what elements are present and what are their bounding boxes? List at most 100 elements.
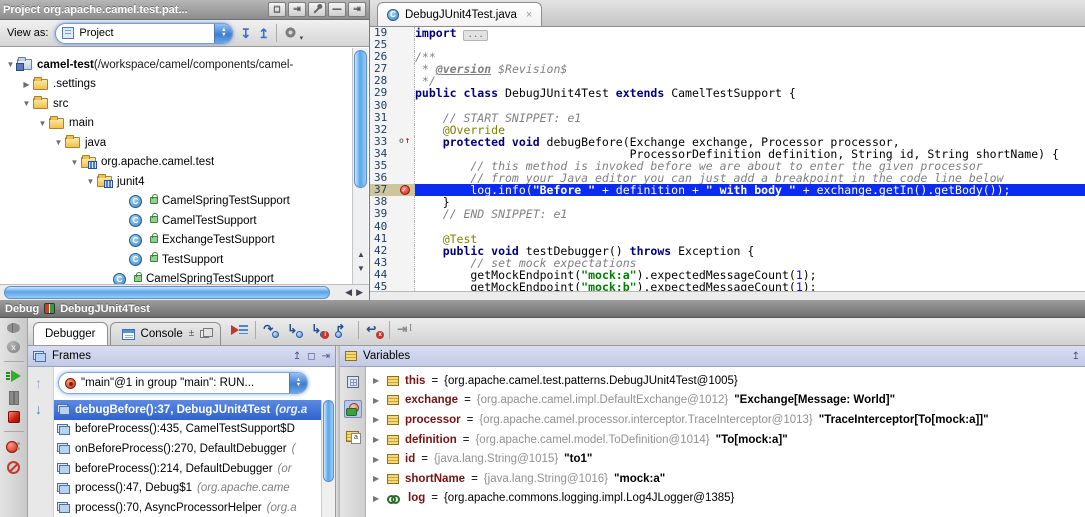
disclosure-expanded-icon[interactable]: ▼ — [36, 119, 49, 128]
tree-item[interactable]: ▼src — [0, 94, 352, 114]
code-line[interactable]: 19import ... — [370, 27, 1085, 39]
scroll-up-icon[interactable]: ▲ — [353, 250, 369, 260]
variable-row[interactable]: ▶log = {org.apache.commons.logging.impl.… — [366, 489, 1085, 509]
stack-frame-row[interactable]: onBeforeProcess():270, DefaultDebugger ( — [54, 439, 321, 459]
mute-breakpoints-icon[interactable] — [7, 461, 20, 474]
disclosure-collapsed-icon[interactable]: ▶ — [20, 80, 33, 89]
tree-item[interactable]: ▼camel-test (/workspace/camel/components… — [0, 55, 352, 75]
minimize-window-icon[interactable]: — — [328, 2, 346, 17]
pin-window-icon[interactable] — [308, 2, 326, 17]
thread-combo-stepper[interactable]: ▲▼ — [289, 372, 307, 394]
step-over-icon[interactable]: ↷ — [262, 322, 280, 338]
tab-debugger[interactable]: Debugger — [33, 322, 108, 345]
show-types-icon[interactable] — [344, 427, 362, 445]
gear-icon[interactable] — [284, 26, 298, 40]
view-breakpoints-icon[interactable] — [6, 440, 21, 453]
code-area[interactable]: 19import ...2526/**27 * @version $Revisi… — [370, 27, 1085, 291]
code-line[interactable]: 29public class DebugJUnit4Test extends C… — [370, 87, 1085, 99]
variable-row[interactable]: ▶exchange = {org.apache.camel.impl.Defau… — [366, 391, 1085, 411]
tree-item[interactable]: ▼org.apache.camel.test — [0, 153, 352, 173]
editor-tab[interactable]: C DebugJUnit4Test.java × — [377, 2, 542, 26]
variable-row[interactable]: ▶this = {org.apache.camel.test.patterns.… — [366, 371, 1085, 391]
tree-horizontal-scrollbar[interactable]: ◀▶ — [0, 284, 369, 300]
tree-item[interactable]: ▶.settings — [0, 75, 352, 95]
next-frame-icon[interactable]: ↓ — [35, 401, 42, 417]
expand-icon[interactable]: ▶ — [373, 415, 381, 424]
tab-console[interactable]: Console ± — [110, 322, 222, 345]
close-session-icon[interactable]: x — [7, 341, 20, 353]
scrollbar-thumb[interactable] — [354, 50, 367, 188]
stack-frame-row[interactable]: process():47, Debug$1 (org.apache.came — [54, 478, 321, 498]
scrollbar-thumb[interactable] — [323, 400, 334, 482]
expand-icon[interactable]: ▶ — [373, 435, 381, 444]
float-window-icon[interactable]: ◻ — [268, 2, 286, 17]
tree-item[interactable]: CExchangeTestSupport — [0, 231, 352, 251]
variable-type: {java.lang.String@1015} — [434, 453, 558, 465]
breakpoint-icon[interactable] — [400, 185, 410, 195]
dock-window-icon[interactable]: ⇥ — [288, 2, 306, 17]
hide-panel-icon[interactable]: ⇥ — [322, 351, 330, 362]
pop-frame-icon[interactable]: ↩x — [365, 322, 383, 338]
tree-item[interactable]: ▼junit4 — [0, 172, 352, 192]
show-execution-point-icon[interactable] — [231, 322, 249, 338]
pause-program-icon[interactable] — [9, 391, 19, 403]
step-out-icon[interactable]: ↱ — [334, 322, 352, 338]
scroll-down-icon[interactable]: ▼ — [353, 264, 369, 274]
code-line[interactable]: 25 — [370, 39, 1085, 51]
export-icon[interactable]: ± — [189, 329, 195, 339]
scrollbar-thumb[interactable] — [4, 286, 330, 299]
collapse-all-icon[interactable]: ↥ — [258, 27, 269, 40]
code-line[interactable]: 27 * @version $Revision$ — [370, 63, 1085, 75]
expand-icon[interactable]: ▶ — [373, 494, 381, 503]
combo-stepper[interactable]: ▲▼ — [214, 23, 232, 44]
evaluate-expression-icon[interactable] — [344, 373, 362, 391]
force-step-into-icon[interactable]: ↳i — [310, 322, 328, 338]
rerun-debugger-icon[interactable] — [7, 323, 20, 333]
disclosure-expanded-icon[interactable]: ▼ — [68, 158, 81, 167]
code-line[interactable]: 39 // END SNIPPET: e1 — [370, 208, 1085, 220]
expand-all-icon[interactable]: ↧ — [240, 27, 251, 40]
tree-item[interactable]: CCamelSpringTestSupport — [0, 270, 352, 285]
thread-selector-combo[interactable]: "main"@1 in group "main": RUN... ▲▼ — [58, 372, 308, 394]
float-tab-icon[interactable] — [200, 330, 209, 338]
close-tab-icon[interactable]: × — [526, 9, 532, 21]
disclosure-expanded-icon[interactable]: ▼ — [52, 138, 65, 147]
previous-frame-icon[interactable]: ↑ — [35, 375, 42, 391]
stack-frame-row[interactable]: beforeProcess():435, CamelTestSupport$D — [54, 420, 321, 440]
disclosure-expanded-icon[interactable]: ▼ — [84, 177, 97, 186]
expand-icon[interactable]: ▶ — [373, 376, 381, 385]
stack-frame-row[interactable]: process():70, AsyncProcessorHelper (org.… — [54, 498, 321, 517]
tree-item[interactable]: ▼main — [0, 114, 352, 134]
view-as-combo[interactable]: Project ▲▼ — [55, 23, 233, 44]
stop-program-icon[interactable] — [8, 411, 20, 423]
run-to-cursor-icon[interactable]: ⇥I — [396, 322, 414, 338]
hide-window-icon[interactable]: ⇥ — [348, 2, 366, 17]
expand-icon[interactable]: ▶ — [373, 396, 381, 405]
expand-icon[interactable]: ▶ — [373, 455, 381, 464]
scroll-left-right-icons[interactable]: ◀▶ — [345, 287, 367, 298]
stack-frame-row[interactable]: beforeProcess():214, DefaultDebugger (or — [54, 459, 321, 479]
code-line[interactable]: 45 getMockEndpoint("mock:b").expectedMes… — [370, 281, 1085, 291]
tree-item[interactable]: ▼java — [0, 133, 352, 153]
variable-row[interactable]: ▶processor = {org.apache.camel.processor… — [366, 410, 1085, 430]
expand-icon[interactable]: ▶ — [373, 474, 381, 483]
variable-row[interactable]: ▶id = {java.lang.String@1015}"to1" — [366, 449, 1085, 469]
stack-frame-row[interactable]: debugBefore():37, DebugJUnit4Test (org.a — [54, 400, 321, 420]
overrides-method-icon[interactable]: ↑ — [399, 135, 410, 147]
resume-program-icon[interactable] — [6, 370, 22, 383]
watches-icon[interactable] — [344, 400, 362, 418]
frames-scrollbar[interactable] — [321, 400, 335, 517]
disclosure-expanded-icon[interactable]: ▼ — [20, 99, 33, 108]
tree-item[interactable]: CTestSupport — [0, 250, 352, 270]
float-panel-icon[interactable]: ◻ — [307, 351, 315, 362]
pin-panel-icon[interactable]: ↥ — [293, 351, 301, 362]
tree-item[interactable]: CCamelSpringTestSupport — [0, 192, 352, 212]
variable-row[interactable]: ▶definition = {org.apache.camel.model.To… — [366, 430, 1085, 450]
tree-vertical-scrollbar[interactable]: ▲ ▼ — [352, 48, 368, 284]
code-line[interactable]: 37 log.info("Before " + definition + " w… — [370, 184, 1085, 196]
tree-item[interactable]: CCamelTestSupport — [0, 211, 352, 231]
editor-horizontal-scrollbar[interactable] — [370, 291, 1085, 300]
step-into-icon[interactable]: ↳ — [286, 322, 304, 338]
pin-panel-icon[interactable]: ↥ — [1072, 351, 1080, 362]
variable-row[interactable]: ▶shortName = {java.lang.String@1016}"moc… — [366, 469, 1085, 489]
